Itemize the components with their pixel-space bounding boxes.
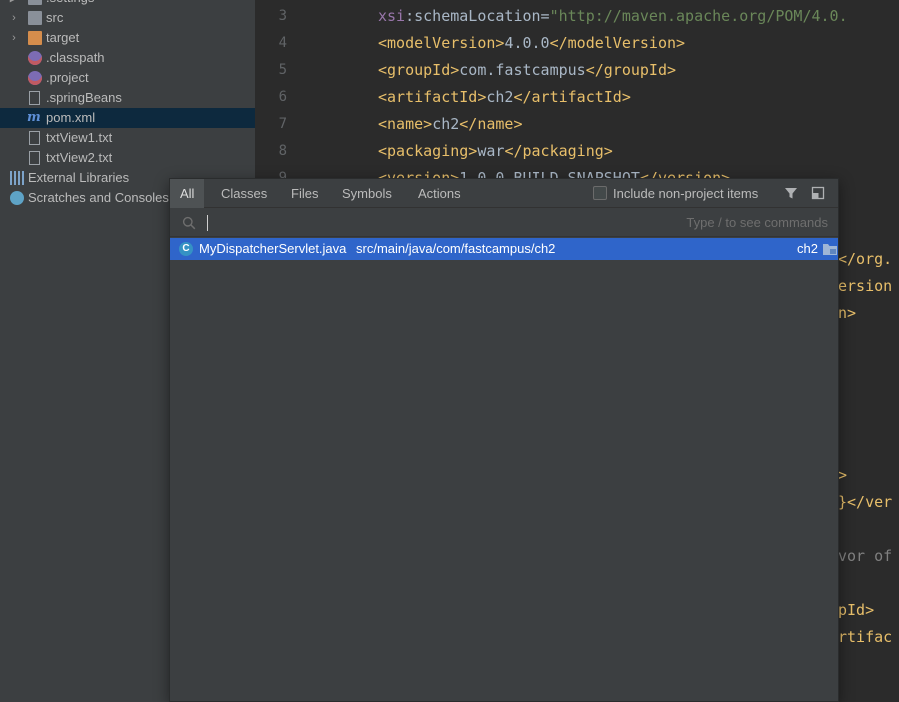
open-in-tool-window-icon[interactable] <box>811 186 825 200</box>
dotfile-icon <box>28 51 42 65</box>
tab-all[interactable]: All <box>170 179 205 208</box>
tree-item-label: src <box>46 10 64 25</box>
code-fragment: }</ver <box>838 493 893 511</box>
module-folder-icon <box>823 244 837 255</box>
result-module: ch2 <box>797 241 818 256</box>
chevron-right-icon[interactable]: › <box>8 8 20 28</box>
code-fragment: > <box>838 466 848 484</box>
code-token: <artifactId> <box>378 88 487 106</box>
include-non-project-checkbox[interactable] <box>593 186 607 200</box>
code-token: <modelVersion> <box>378 34 505 52</box>
search-scope-tabs: All Classes Files Symbols Actions Includ… <box>170 179 838 208</box>
tree-item-target[interactable]: › target <box>0 28 255 48</box>
search-hint: Type / to see commands <box>686 215 828 230</box>
tree-item-label: txtView2.txt <box>46 150 113 165</box>
code-token: <groupId> <box>378 61 460 79</box>
dotfile-icon <box>28 71 42 85</box>
line-number: 7 <box>278 116 287 132</box>
tab-actions[interactable]: Actions <box>408 179 471 208</box>
maven-icon: m <box>27 110 41 125</box>
tab-symbols[interactable]: Symbols <box>332 179 402 208</box>
code-line: <name>ch2</name> <box>378 111 523 138</box>
text-file-icon <box>29 131 40 145</box>
tree-item-label: .settings <box>46 0 94 8</box>
text-file-icon <box>29 151 40 165</box>
code-token: </modelVersion> <box>549 34 686 52</box>
tree-item-label: .classpath <box>46 50 105 65</box>
folder-icon <box>28 31 42 45</box>
code-token: 4.0.0 <box>504 34 550 52</box>
code-token: </artifactId> <box>513 88 631 106</box>
tree-item-txtview2[interactable]: txtView2.txt <box>0 148 255 168</box>
tree-item-springbeans[interactable]: .springBeans <box>0 88 255 108</box>
code-fragment: </org. <box>838 250 893 268</box>
search-icon <box>182 216 196 230</box>
code-line: <artifactId>ch2</artifactId> <box>378 84 631 111</box>
result-name: MyDispatcherServlet.java <box>199 241 347 256</box>
code-token: </name> <box>459 115 523 133</box>
tree-item-pom-xml[interactable]: m pom.xml <box>0 108 255 128</box>
chevron-right-icon[interactable]: ▶ <box>8 0 20 8</box>
code-line: <packaging>war</packaging> <box>378 138 613 165</box>
line-number: 5 <box>278 62 287 78</box>
tree-item-label: target <box>46 30 80 45</box>
code-line: <modelVersion>4.0.0</modelVersion> <box>378 30 685 57</box>
tree-item-label: pom.xml <box>46 110 96 125</box>
code-token: <packaging> <box>378 142 478 160</box>
tree-item-settings[interactable]: ▶ .settings <box>0 0 255 8</box>
tree-item-label: Scratches and Consoles <box>28 190 169 205</box>
tree-item-src[interactable]: › src <box>0 8 255 28</box>
code-token: "http://maven.apache.org/POM/4.0. <box>549 7 848 25</box>
tree-item-classpath[interactable]: .classpath <box>0 48 255 68</box>
code-token: ch2 <box>432 115 460 133</box>
code-line: <groupId>com.fastcampus</groupId> <box>378 57 676 84</box>
library-icon <box>10 171 24 185</box>
tree-item-label: .springBeans <box>46 90 122 105</box>
line-number: 8 <box>278 143 287 159</box>
code-token: <name> <box>378 115 433 133</box>
tab-classes[interactable]: Classes <box>211 179 277 208</box>
code-fragment: vor of <box>838 547 893 565</box>
tab-files[interactable]: Files <box>281 179 328 208</box>
line-number: 4 <box>278 35 287 51</box>
result-item[interactable]: C MyDispatcherServlet.java src/main/java… <box>170 238 838 260</box>
code-fragment: ersion <box>838 277 893 295</box>
java-class-icon: C <box>179 242 193 256</box>
include-non-project-label[interactable]: Include non-project items <box>613 179 758 208</box>
result-path: src/main/java/com/fastcampus/ch2 <box>356 241 556 256</box>
tree-item-label: txtView1.txt <box>46 130 113 145</box>
code-token: com.fastcampus <box>459 61 586 79</box>
chevron-right-icon[interactable]: › <box>8 28 20 48</box>
scratch-icon <box>10 191 24 205</box>
code-token: xsi <box>378 7 406 25</box>
code-fragment: pId> <box>838 601 875 619</box>
code-token: </groupId> <box>585 61 677 79</box>
code-line: xsi:schemaLocation="http://maven.apache.… <box>378 3 848 30</box>
search-field-row: Type / to see commands <box>170 209 838 237</box>
search-results-list: C MyDispatcherServlet.java src/main/java… <box>170 238 838 701</box>
search-everywhere-popup: All Classes Files Symbols Actions Includ… <box>169 178 839 702</box>
text-file-icon <box>29 91 40 105</box>
tree-item-label: .project <box>46 70 89 85</box>
line-number: 3 <box>278 8 287 24</box>
filter-icon[interactable] <box>784 186 798 200</box>
tree-item-txtview1[interactable]: txtView1.txt <box>0 128 255 148</box>
text-caret <box>207 215 208 231</box>
search-input[interactable] <box>206 212 656 234</box>
line-number: 6 <box>278 89 287 105</box>
code-token: </packaging> <box>504 142 613 160</box>
code-token: war <box>477 142 505 160</box>
tree-item-project[interactable]: .project <box>0 68 255 88</box>
code-fragment: rtifac <box>838 628 893 646</box>
tree-item-label: External Libraries <box>28 170 130 185</box>
folder-icon <box>28 11 42 25</box>
code-fragment: n> <box>838 304 857 322</box>
code-token: :schemaLocation= <box>405 7 550 25</box>
code-token: ch2 <box>486 88 514 106</box>
folder-icon <box>28 0 42 5</box>
